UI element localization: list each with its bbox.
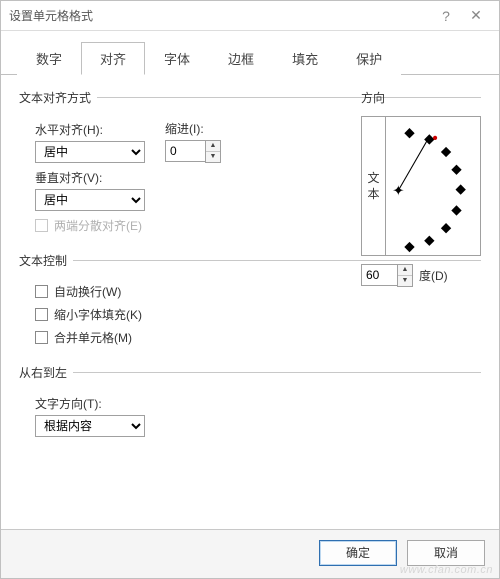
orientation-preview[interactable]: 文 本: [361, 116, 481, 256]
combo-text-direction[interactable]: 根据内容: [35, 415, 145, 437]
label-justify-distributed: 两端分散对齐(E): [54, 217, 142, 234]
window-title: 设置单元格格式: [9, 7, 431, 24]
dialog-body: 文本对齐方式 水平对齐(H): 居中 缩进(I):: [1, 75, 499, 529]
dialog-footer: 确定 取消: [1, 529, 499, 578]
legend-text-control: 文本控制: [19, 252, 73, 269]
checkbox-shrink-to-fit[interactable]: [35, 308, 48, 321]
orientation-dial[interactable]: ✦: [386, 117, 480, 255]
ok-button[interactable]: 确定: [319, 540, 397, 566]
tab-border[interactable]: 边框: [209, 42, 273, 75]
spinner-indent[interactable]: ▲ ▼: [165, 140, 221, 163]
tab-strip: 数字 对齐 字体 边框 填充 保护: [1, 31, 499, 75]
help-button[interactable]: ?: [431, 8, 461, 24]
tab-font[interactable]: 字体: [145, 42, 209, 75]
svg-text:✦: ✦: [392, 183, 404, 199]
legend-text-alignment: 文本对齐方式: [19, 89, 97, 106]
spinner-degrees[interactable]: ▲ ▼: [361, 264, 413, 287]
label-indent: 缩进(I):: [165, 120, 221, 137]
titlebar: 设置单元格格式 ? ✕: [1, 1, 499, 31]
spinner-degrees-buttons[interactable]: ▲ ▼: [397, 264, 413, 287]
label-text-direction: 文字方向(T):: [35, 395, 481, 412]
close-button[interactable]: ✕: [461, 7, 491, 24]
checkbox-justify-distributed: [35, 219, 48, 232]
label-horizontal-align: 水平对齐(H):: [35, 121, 145, 138]
spin-up-icon[interactable]: ▲: [398, 265, 412, 276]
spinner-indent-buttons[interactable]: ▲ ▼: [205, 140, 221, 163]
orientation-vtext-char2: 本: [367, 186, 379, 202]
tab-protection[interactable]: 保护: [337, 42, 401, 75]
checkbox-merge-cells[interactable]: [35, 331, 48, 344]
orientation-dial-svg: ✦: [386, 117, 480, 263]
spin-down-icon[interactable]: ▼: [206, 152, 220, 162]
spin-down-icon[interactable]: ▼: [398, 276, 412, 286]
checkbox-wrap-text[interactable]: [35, 285, 48, 298]
label-wrap-text: 自动换行(W): [54, 283, 121, 300]
combo-horizontal-align[interactable]: 居中: [35, 141, 145, 163]
orientation-vertical-text[interactable]: 文 本: [362, 117, 386, 255]
label-merge-cells: 合并单元格(M): [54, 329, 132, 346]
combo-vertical-align[interactable]: 居中: [35, 189, 145, 211]
tab-fill[interactable]: 填充: [273, 42, 337, 75]
legend-right-to-left: 从右到左: [19, 364, 73, 381]
input-degrees[interactable]: [361, 264, 397, 286]
group-orientation-wrap: 方向 文 本: [361, 89, 481, 287]
cancel-button[interactable]: 取消: [407, 540, 485, 566]
spin-up-icon[interactable]: ▲: [206, 141, 220, 152]
group-right-to-left: 从右到左 文字方向(T): 根据内容: [19, 364, 481, 441]
orientation-vtext-char1: 文: [367, 170, 379, 186]
label-degrees: 度(D): [419, 267, 448, 284]
legend-orientation: 方向: [361, 89, 391, 106]
tab-alignment[interactable]: 对齐: [81, 42, 145, 75]
dialog-window: 设置单元格格式 ? ✕ 数字 对齐 字体 边框 填充 保护 文本对齐方式 水平对…: [0, 0, 500, 579]
tab-number[interactable]: 数字: [17, 42, 81, 75]
input-indent[interactable]: [165, 140, 205, 162]
group-orientation: 方向 文 本: [361, 89, 481, 287]
label-shrink-to-fit: 缩小字体填充(K): [54, 306, 142, 323]
